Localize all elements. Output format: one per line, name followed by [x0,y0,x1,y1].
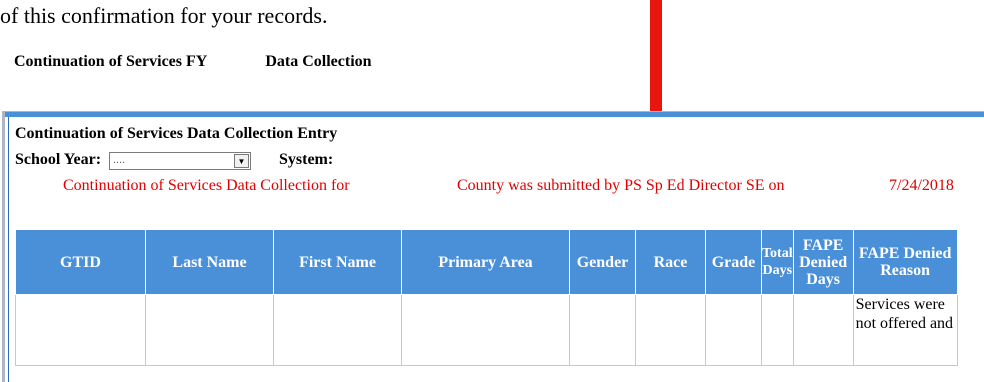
cell-grade [705,294,762,366]
col-header-gtid: GTID [15,229,146,295]
col-header-total-days: Total Days [761,229,794,295]
window-content: Continuation of Services Data Collection… [8,117,984,382]
cell-gtid [15,294,146,366]
data-table: GTID Last Name First Name Primary Area G… [15,229,958,366]
cell-fape-denied-reason: Services were not offered and [852,294,958,366]
col-header-race: Race [635,229,706,295]
col-header-last-name: Last Name [145,229,274,295]
cell-primary-area [401,294,570,366]
table-row: Services were not offered and [15,294,958,366]
col-header-grade: Grade [705,229,762,295]
school-year-value: .... [113,154,126,166]
col-header-gender: Gender [569,229,636,295]
confirmation-message-part1: Continuation of Services Data Collection… [63,177,350,194]
cell-fape-denied-days [792,294,854,366]
entry-title: Continuation of Services Data Collection… [15,125,338,142]
col-header-first-name: First Name [273,229,402,295]
col-header-fape-denied-reason: FAPE Denied Reason [852,229,958,295]
cell-last-name [145,294,274,366]
page-title: Continuation of Services FY Data Collecti… [14,53,372,71]
entry-window: Continuation of Services Data Collection… [2,111,984,382]
cell-first-name [273,294,402,366]
school-year-label: School Year: [15,151,102,168]
confirmation-date: 7/24/2018 [889,177,954,194]
school-year-select[interactable]: .... ▼ [109,152,251,170]
page-title-prefix: Continuation of Services FY [14,53,208,70]
chevron-down-icon[interactable]: ▼ [234,154,249,168]
col-header-fape-denied-days: FAPE Denied Days [792,229,854,295]
confirmation-message-part2: County was submitted by PS Sp Ed Directo… [457,177,785,194]
cell-total-days [761,294,794,366]
system-label: System: [279,151,334,168]
col-header-primary-area: Primary Area [401,229,570,295]
cell-race [635,294,706,366]
cell-gender [569,294,636,366]
document-text: of this confirmation for your records. [0,3,328,28]
table-header-row: GTID Last Name First Name Primary Area G… [15,229,958,295]
page-title-suffix: Data Collection [265,53,372,70]
